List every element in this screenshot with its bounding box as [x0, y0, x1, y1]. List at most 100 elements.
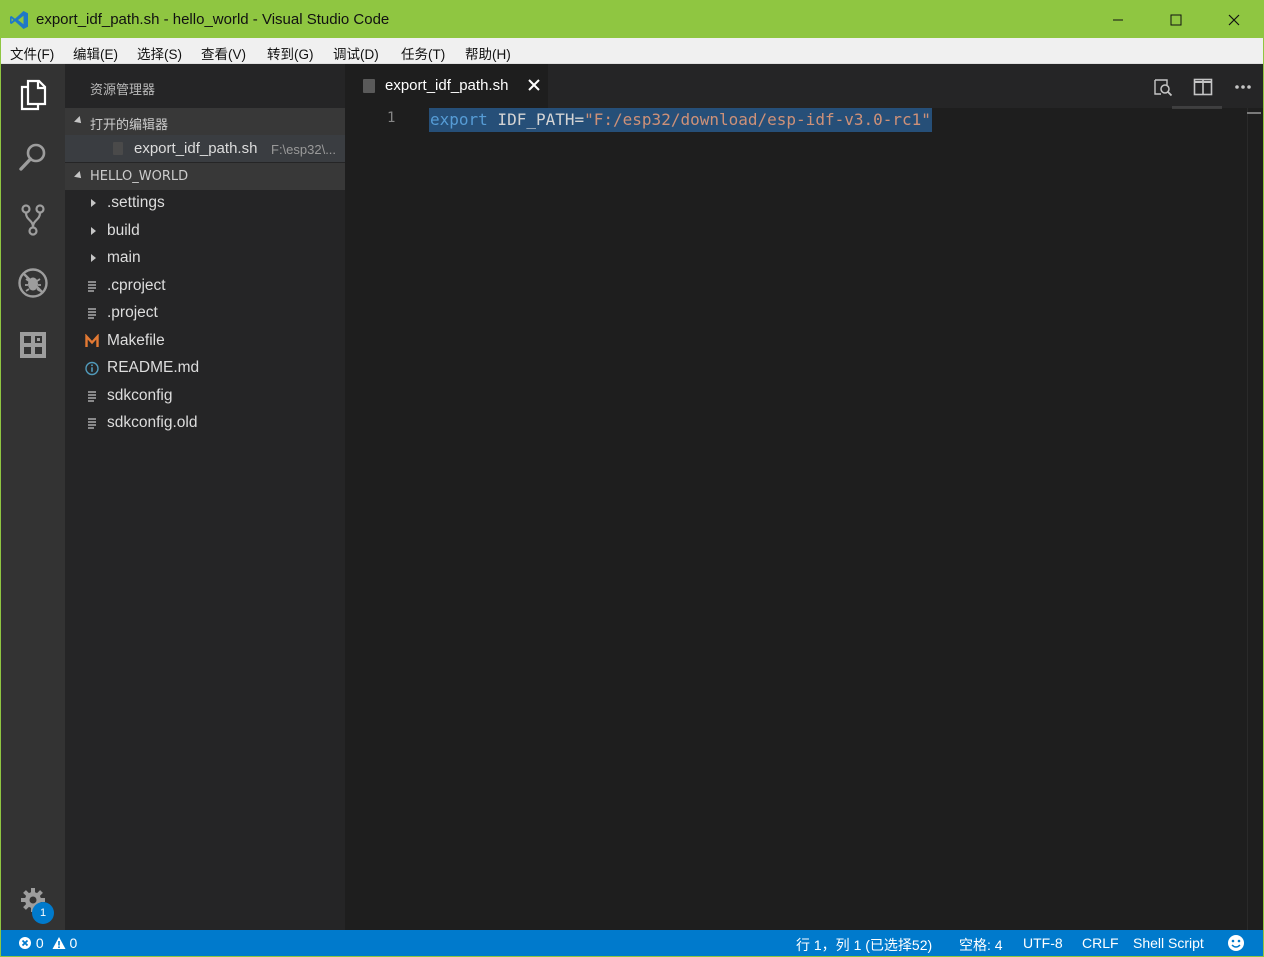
explorer-button[interactable] [13, 75, 53, 115]
workspace-header[interactable]: HELLO_WORLD [65, 163, 345, 190]
error-icon [19, 937, 31, 949]
vscode-window: export_idf_path.sh - hello_world - Visua… [0, 0, 1264, 957]
tree-item-cproject[interactable]: .cproject [65, 273, 345, 300]
maximize-button[interactable] [1147, 1, 1205, 38]
editor-tab-bar: export_idf_path.sh [345, 64, 1263, 108]
source-control-icon [21, 204, 45, 236]
indentation-setting[interactable]: 空格: 4 [959, 935, 1003, 955]
open-editor-item[interactable]: export_idf_path.sh F:\esp32\... [65, 135, 345, 162]
minimize-icon [1113, 19, 1123, 20]
open-editors-label: 打开的编辑器 [90, 118, 169, 133]
tree-item-label: build [107, 222, 140, 239]
open-preview-button[interactable] [1152, 76, 1174, 98]
tree-item-main-folder[interactable]: main [65, 245, 345, 272]
collapse-triangle-icon [74, 171, 84, 181]
cursor-position[interactable]: 行 1，列 1 (已选择52) [796, 935, 932, 955]
tree-item-settings-folder[interactable]: .settings [65, 190, 345, 217]
close-icon [1228, 14, 1240, 25]
info-icon [85, 361, 99, 376]
code-line-selected[interactable]: export IDF_PATH="F:/esp32/download/esp-i… [429, 108, 932, 132]
menu-selection[interactable]: 选择(S) [137, 43, 182, 63]
menu-go[interactable]: 转到(G) [267, 43, 314, 63]
ellipsis-icon [1235, 85, 1251, 89]
menu-file[interactable]: 文件(F) [10, 43, 54, 63]
tree-item-label: Makefile [107, 332, 165, 349]
menu-debug[interactable]: 调试(D) [333, 43, 379, 63]
vscode-logo-icon [10, 11, 28, 29]
more-actions-button[interactable] [1232, 76, 1254, 98]
error-count: 0 [35, 935, 44, 951]
tab-label: export_idf_path.sh [385, 77, 509, 94]
text-file-icon [88, 308, 96, 319]
debug-icon [18, 268, 48, 298]
tree-item-label: .project [107, 304, 158, 321]
menu-bar: 文件(F) 编辑(E) 选择(S) 查看(V) 转到(G) 调试(D) 任务(T… [1, 38, 1263, 64]
token-string: "F:/esp32/download/esp-idf-v3.0-rc1" [584, 110, 931, 129]
tree-item-build-folder[interactable]: build [65, 218, 345, 245]
split-editor-button[interactable] [1192, 76, 1214, 98]
open-editor-path: F:\esp32\... [271, 142, 337, 157]
preview-search-icon [1154, 79, 1173, 97]
vertical-scrollbar[interactable] [1247, 108, 1261, 930]
tree-item-label: .settings [107, 194, 165, 211]
tree-item-sdkconfig[interactable]: sdkconfig [65, 383, 345, 410]
title-bar[interactable]: export_idf_path.sh - hello_world - Visua… [1, 1, 1263, 38]
minimap[interactable] [1172, 106, 1222, 109]
menu-help[interactable]: 帮助(H) [465, 43, 511, 63]
window-title: export_idf_path.sh - hello_world - Visua… [36, 11, 390, 28]
close-tab-icon[interactable] [527, 78, 541, 92]
maximize-icon [1170, 14, 1182, 25]
tree-item-label: README.md [107, 359, 200, 376]
files-icon [20, 79, 47, 111]
tree-item-project[interactable]: .project [65, 300, 345, 327]
warning-count: 0 [69, 935, 78, 951]
text-file-icon [88, 281, 96, 292]
file-icon [113, 142, 123, 155]
encoding-setting[interactable]: UTF-8 [1023, 935, 1063, 951]
split-editor-icon [1193, 78, 1213, 96]
feedback-button[interactable] [1227, 934, 1245, 953]
line-number: 1 [387, 110, 396, 126]
open-editors-header[interactable]: 打开的编辑器 [65, 108, 345, 135]
file-icon [363, 79, 375, 93]
text-file-icon [88, 418, 96, 429]
problems-indicator[interactable]: 0 0 [18, 935, 77, 951]
token-variable: IDF_PATH= [487, 110, 585, 129]
tree-item-makefile[interactable]: Makefile [65, 328, 345, 355]
debug-button[interactable] [13, 263, 53, 303]
editor-area: export_idf_path.sh 1 export IDF_PATH="F:… [345, 64, 1263, 930]
tree-item-label: sdkconfig.old [107, 414, 198, 431]
menu-edit[interactable]: 编辑(E) [73, 43, 118, 63]
extensions-button[interactable] [13, 325, 53, 365]
sidebar-title: 资源管理器 [90, 83, 156, 98]
menu-tasks[interactable]: 任务(T) [401, 43, 445, 63]
collapse-triangle-icon [74, 116, 84, 126]
text-file-icon [88, 391, 96, 402]
minimize-button[interactable] [1089, 1, 1147, 38]
tree-item-sdkconfig-old[interactable]: sdkconfig.old [65, 410, 345, 437]
tree-item-label: .cproject [107, 277, 166, 294]
eol-setting[interactable]: CRLF [1082, 935, 1119, 951]
activity-bar: 1 [1, 64, 65, 930]
close-window-button[interactable] [1205, 1, 1263, 38]
menu-view[interactable]: 查看(V) [201, 43, 246, 63]
chevron-right-icon [91, 199, 96, 207]
search-button[interactable] [13, 137, 53, 177]
token-keyword: export [430, 110, 488, 129]
tab-export-idf-path[interactable]: export_idf_path.sh [345, 64, 548, 108]
language-mode[interactable]: Shell Script [1133, 935, 1204, 951]
workspace-label: HELLO_WORLD [90, 169, 189, 184]
tree-item-label: sdkconfig [107, 387, 173, 404]
settings-update-badge: 1 [32, 902, 54, 924]
open-editor-name: export_idf_path.sh [134, 140, 258, 157]
warning-icon [52, 937, 66, 949]
explorer-sidebar: 资源管理器 打开的编辑器 export_idf_path.sh F:\esp32… [65, 64, 345, 930]
chevron-right-icon [91, 227, 96, 235]
extensions-icon [20, 332, 46, 358]
tree-item-label: main [107, 249, 141, 266]
smiley-icon [1228, 935, 1244, 951]
source-control-button[interactable] [13, 200, 53, 240]
tree-item-readme[interactable]: README.md [65, 355, 345, 382]
chevron-right-icon [91, 254, 96, 262]
status-bar: 0 0 行 1，列 1 (已选择52) 空格: 4 UTF-8 CRLF She… [1, 930, 1263, 956]
